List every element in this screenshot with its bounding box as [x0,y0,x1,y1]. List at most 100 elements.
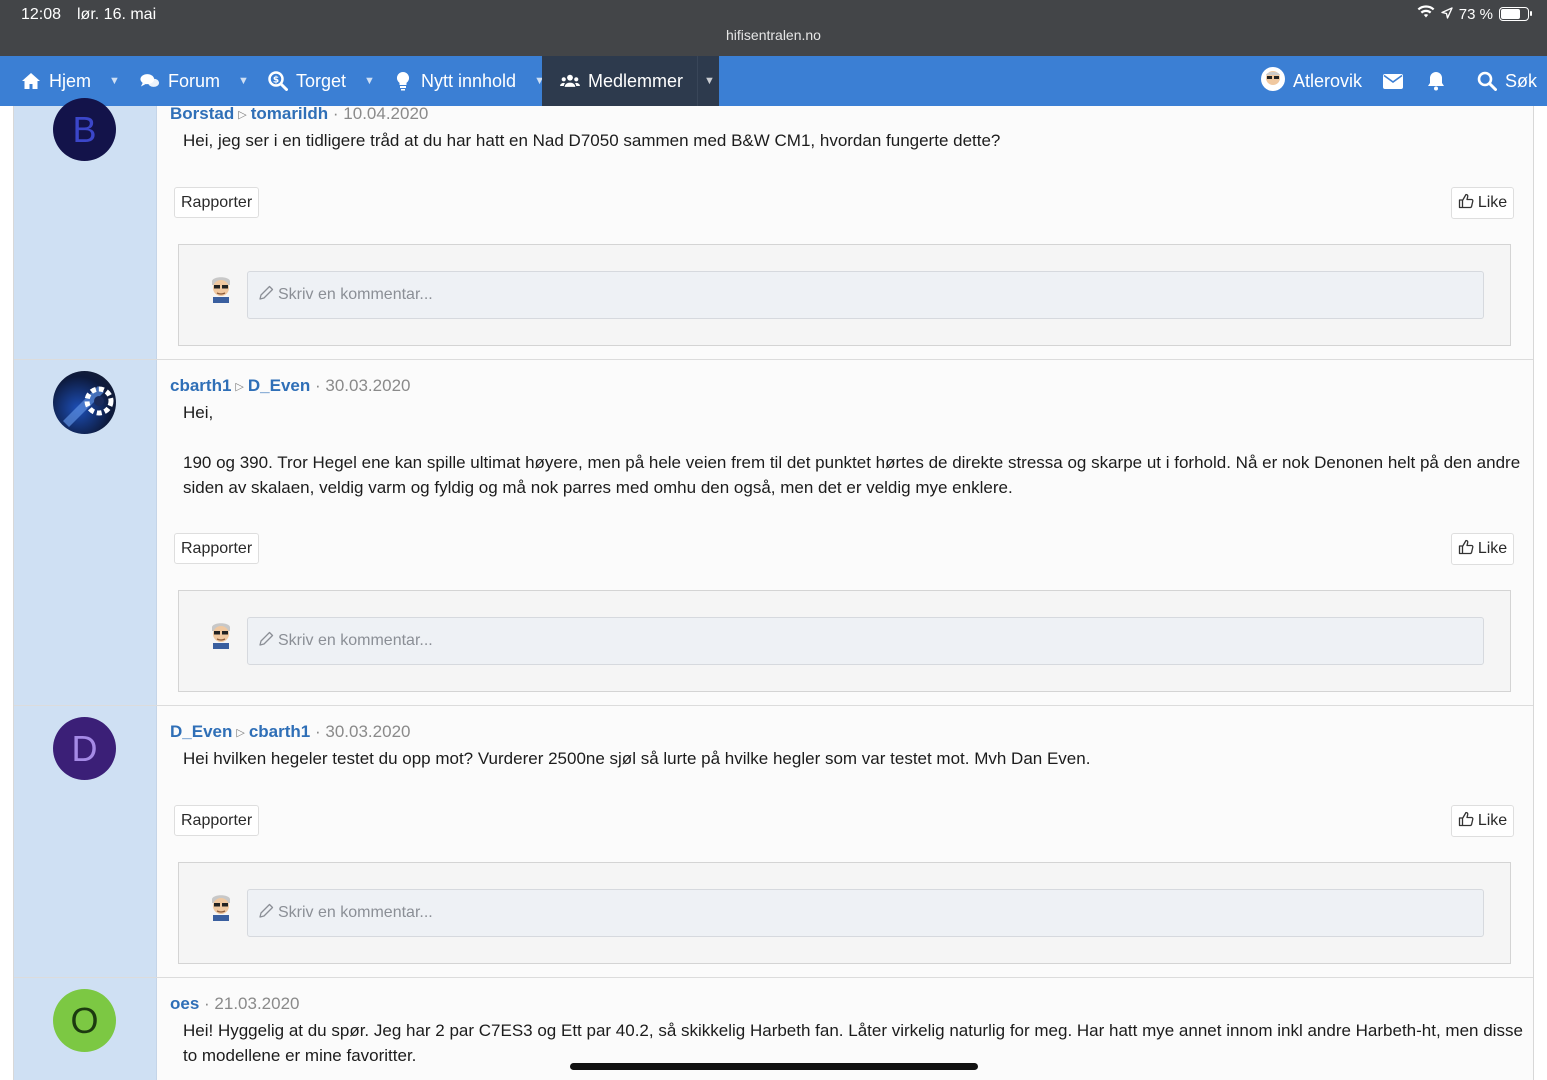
search-dollar-icon: $ [268,71,288,91]
wifi-icon [1417,5,1435,23]
post-date-separator: · [315,376,326,395]
status-indicators: 73 % [1417,5,1532,23]
current-user-avatar [206,619,236,649]
post-date[interactable]: 10.04.2020 [343,104,428,123]
caret-right-icon: ▷ [238,109,247,121]
status-bar: 12:08 lør. 16. mai hifisentralen.no 73 % [0,0,1547,56]
home-indicator[interactable] [570,1063,978,1070]
post-recipient[interactable]: D_Even [248,376,310,395]
status-date: lør. 16. mai [77,6,157,23]
inbox-button[interactable] [1383,56,1403,106]
battery-percent: 73 % [1458,5,1493,23]
search-icon [1477,71,1497,91]
profile-post: D D_Even ▷ cbarth1 · 30.03.2020 Hei hvilke… [14,706,1533,978]
search-button[interactable]: Søk [1477,56,1537,106]
comment-placeholder: Skriv en kommentar... [278,286,433,303]
chevron-down-icon[interactable]: ▼ [697,56,721,106]
post-author[interactable]: oes [170,994,199,1013]
profile-post: cbarth1 ▷ D_Even · 30.03.2020 Hei, 190 og … [14,360,1533,706]
address-bar[interactable]: hifisentralen.no [0,27,1547,43]
avatar[interactable]: D [53,717,116,780]
post-paragraph: Hei, jeg ser i en tidligere tråd at du h… [183,131,1001,150]
post-date-separator: · [204,994,215,1013]
user-avatar [1261,66,1285,96]
nav-forum-label: Forum [168,70,221,91]
like-label: Like [1477,194,1508,211]
status-time: 12:08 [21,6,62,23]
nav-home-label: Hjem [49,70,92,91]
post-meta: Borstad ▷ tomarildh · 10.04.2020 [170,104,428,124]
caret-right-icon: ▷ [235,381,244,393]
nav-market-label: Torget [296,70,347,91]
comment-placeholder: Skriv en kommentar... [278,632,433,649]
location-icon [1441,6,1453,23]
users-icon [560,71,580,91]
post-meta: cbarth1 ▷ D_Even · 30.03.2020 [170,376,410,396]
chevron-down-icon[interactable]: ▼ [238,75,249,87]
nav-forum[interactable]: Forum ▼ [140,56,249,106]
nav-members[interactable]: Medlemmer ▼ [542,56,719,106]
battery-icon [1499,7,1532,21]
like-button[interactable]: Like [1451,187,1514,219]
post-paragraph: Hei hvilken hegeler testet du opp mot? V… [183,749,1091,768]
lightbulb-icon [393,71,413,91]
post-date-separator: · [332,104,344,123]
report-button[interactable]: Rapporter [174,805,260,836]
current-user-avatar [206,891,236,921]
thumbs-up-icon [1458,811,1474,832]
nav-market[interactable]: $ Torget ▼ [268,56,375,106]
chevron-down-icon[interactable]: ▼ [109,75,120,87]
comment-input[interactable]: Skriv en kommentar... [247,271,1484,319]
like-button[interactable]: Like [1451,805,1514,837]
alerts-button[interactable] [1426,56,1446,106]
post-body: Hei, jeg ser i en tidligere tråd at du h… [183,128,1523,153]
post-recipient[interactable]: cbarth1 [249,722,310,741]
post-date[interactable]: 21.03.2020 [214,994,299,1013]
post-date[interactable]: 30.03.2020 [325,722,410,741]
svg-text:$: $ [273,76,279,86]
like-label: Like [1477,540,1508,557]
post-meta: oes · 21.03.2020 [170,994,300,1014]
report-button[interactable]: Rapporter [174,187,260,218]
thumbs-up-icon [1458,539,1474,560]
account-menu[interactable]: Atlerovik [1261,56,1362,106]
comment-input[interactable]: Skriv en kommentar... [247,617,1484,665]
comment-box: Skriv en kommentar... [178,590,1511,692]
chevron-down-icon[interactable]: ▼ [364,75,375,87]
thumbs-up-icon [1458,193,1474,214]
report-button[interactable]: Rapporter [174,533,260,564]
post-author[interactable]: Borstad [170,104,234,123]
post-date[interactable]: 30.03.2020 [325,376,410,395]
account-username: Atlerovik [1293,70,1363,91]
current-user-avatar [206,273,236,303]
avatar[interactable]: B [53,98,116,161]
bell-icon [1426,71,1446,91]
home-icon [21,71,41,91]
post-recipient[interactable]: tomarildh [251,104,328,123]
comment-box: Skriv en kommentar... [178,244,1511,346]
post-body: Hei hvilken hegeler testet du opp mot? V… [183,746,1523,771]
nav-new-content-label: Nytt innhold [421,70,517,91]
pencil-icon [258,285,274,306]
avatar[interactable] [53,371,116,434]
comment-placeholder: Skriv en kommentar... [278,904,433,921]
caret-right-icon: ▷ [236,727,245,739]
nav-new-content[interactable]: Nytt innhold ▼ [393,56,545,106]
nav-home[interactable]: Hjem ▼ [21,56,120,106]
comments-icon [140,71,160,91]
post-paragraph: Hei, [183,403,214,422]
pencil-icon [258,631,274,652]
post-author[interactable]: D_Even [170,722,232,741]
like-label: Like [1477,812,1508,829]
avatar[interactable]: O [53,989,116,1052]
post-body: Hei! Hyggelig at du spør. Jeg har 2 par … [183,1018,1523,1068]
like-button[interactable]: Like [1451,533,1514,565]
nav-members-label: Medlemmer [588,70,684,91]
comment-box: Skriv en kommentar... [178,862,1511,964]
pencil-icon [258,903,274,924]
envelope-icon [1383,71,1403,91]
post-author[interactable]: cbarth1 [170,376,231,395]
main-navigation: Hjem ▼ Forum ▼ $ Torget ▼ Nytt innhold ▼… [0,56,1547,106]
comment-input[interactable]: Skriv en kommentar... [247,889,1484,937]
avatar-image [63,386,114,427]
